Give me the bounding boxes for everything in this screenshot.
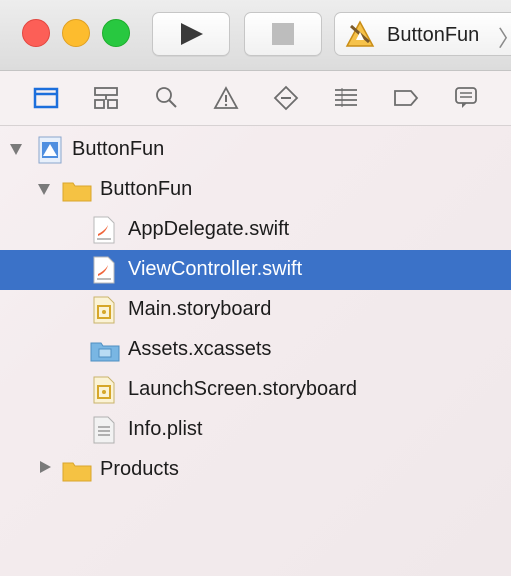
breakpoint-tag-icon	[394, 90, 419, 106]
play-icon	[181, 23, 203, 45]
xcode-hammer-icon	[345, 20, 375, 47]
warning-icon	[213, 86, 239, 109]
minimize-window-button[interactable]	[62, 19, 90, 47]
tree-row-file[interactable]: Info.plist	[0, 410, 511, 450]
breakpoint-navigator-tab[interactable]	[393, 85, 419, 111]
tree-row-file[interactable]: AppDelegate.swift	[0, 210, 511, 250]
yellow-folder-icon	[62, 462, 92, 482]
group-label: ButtonFun	[100, 178, 193, 200]
debug-navigator-tab[interactable]	[333, 85, 359, 111]
asset-catalog-icon	[90, 342, 120, 362]
hierarchy-icon	[94, 87, 118, 109]
stop-button[interactable]	[244, 12, 322, 56]
find-navigator-tab[interactable]	[153, 85, 179, 111]
swift-file-icon	[93, 216, 115, 244]
report-navigator-tab[interactable]	[453, 85, 479, 111]
symbol-navigator-tab[interactable]	[93, 85, 119, 111]
disclosure-open-icon[interactable]	[38, 184, 50, 195]
test-diamond-icon	[273, 85, 299, 111]
project-navigator-tree: ButtonFun ButtonFun AppDelegate.swift Vi…	[0, 126, 511, 576]
tree-row-project[interactable]: ButtonFun	[0, 130, 511, 170]
scheme-selector[interactable]: ButtonFun 〉	[334, 12, 511, 56]
storyboard-file-icon	[93, 376, 115, 404]
file-label: LaunchScreen.storyboard	[128, 378, 358, 400]
tree-row-file-selected[interactable]: ViewController.swift	[0, 250, 511, 290]
search-icon	[156, 87, 177, 108]
storyboard-file-icon	[93, 296, 115, 324]
xcode-project-icon	[38, 136, 62, 164]
navigator-selector-bar	[0, 71, 511, 126]
debug-lines-icon	[335, 88, 357, 107]
disclosure-open-icon[interactable]	[10, 144, 22, 155]
file-label: ViewController.swift	[128, 258, 303, 280]
tree-row-file[interactable]: Main.storyboard	[0, 290, 511, 330]
xcode-window: ButtonFun 〉	[0, 0, 511, 576]
tree-row-products[interactable]: Products	[0, 450, 511, 490]
yellow-folder-icon	[62, 182, 92, 202]
tree-row-file[interactable]: Assets.xcassets	[0, 330, 511, 370]
folder-icon	[33, 87, 59, 109]
tree-row-group[interactable]: ButtonFun	[0, 170, 511, 210]
close-window-button[interactable]	[22, 19, 50, 47]
file-label: Info.plist	[128, 418, 203, 440]
window-toolbar: ButtonFun 〉	[0, 0, 511, 71]
file-label: Main.storyboard	[128, 298, 272, 320]
issue-navigator-tab[interactable]	[213, 85, 239, 111]
plist-file-icon	[93, 416, 115, 444]
run-button[interactable]	[152, 12, 230, 56]
swift-file-icon	[93, 256, 115, 284]
file-label: AppDelegate.swift	[128, 218, 290, 240]
project-label: ButtonFun	[72, 138, 165, 160]
report-bubble-icon	[455, 87, 477, 108]
project-navigator-tab[interactable]	[33, 85, 59, 111]
stop-icon	[272, 23, 294, 45]
chevron-right-icon: 〉	[498, 21, 511, 53]
test-navigator-tab[interactable]	[273, 85, 299, 111]
file-label: Assets.xcassets	[128, 338, 272, 360]
tree-row-file[interactable]: LaunchScreen.storyboard	[0, 370, 511, 410]
zoom-window-button[interactable]	[102, 19, 130, 47]
disclosure-closed-icon[interactable]	[40, 461, 51, 473]
products-label: Products	[100, 458, 179, 480]
scheme-name: ButtonFun	[387, 24, 480, 46]
